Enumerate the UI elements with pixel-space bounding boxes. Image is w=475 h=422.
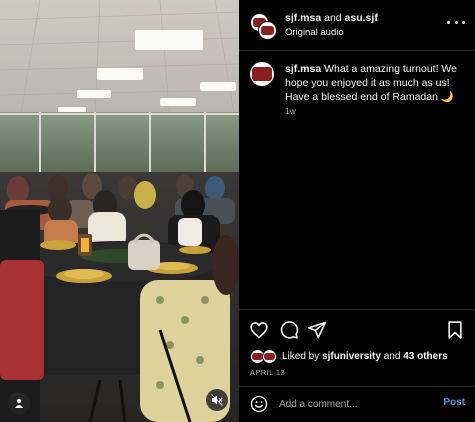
author-names: sjf.msa and asu.sjf xyxy=(285,12,378,24)
likes-prefix: Liked by xyxy=(282,351,323,362)
post-comment-button[interactable]: Post xyxy=(443,397,465,408)
event-photo xyxy=(0,0,239,422)
bookmark-icon xyxy=(448,321,462,339)
heart-icon xyxy=(250,322,268,339)
comment-input[interactable] xyxy=(279,396,429,412)
user-tag-icon xyxy=(15,398,23,408)
mute-toggle-button[interactable] xyxy=(206,389,228,411)
tagged-people-button[interactable] xyxy=(8,392,30,414)
more-dot xyxy=(454,20,458,24)
post-date[interactable]: APRIL 13 xyxy=(250,368,285,377)
smiley-icon xyxy=(250,395,268,413)
caption-block: sjf.msa What a amazing turnout! We hope … xyxy=(239,51,475,308)
post-header: sjf.msa and asu.sjf Original audio xyxy=(239,0,475,50)
post-side-panel: sjf.msa and asu.sjf Original audio sjf.m… xyxy=(239,0,475,422)
likes-text: Liked by sjfuniversity and 43 others xyxy=(282,351,448,362)
avatar xyxy=(258,21,277,40)
liker-avatars xyxy=(250,349,278,365)
speaker-muted-icon xyxy=(211,394,223,406)
emoji-button[interactable] xyxy=(250,395,268,413)
more-options-button[interactable] xyxy=(447,17,465,27)
likes-middle: and xyxy=(380,351,404,362)
collab-avatars[interactable] xyxy=(250,13,277,40)
comment-bar: Post xyxy=(239,387,475,422)
comment-bubble-icon xyxy=(280,321,299,339)
caption-username[interactable]: sjf.msa xyxy=(285,63,321,75)
more-horizontal-icon xyxy=(447,20,450,24)
comment-button[interactable] xyxy=(279,320,299,340)
more-dot xyxy=(462,20,465,24)
caption-timestamp[interactable]: 1w xyxy=(285,106,296,116)
share-button[interactable] xyxy=(307,320,327,340)
author-link-2[interactable]: asu.sjf xyxy=(345,12,378,24)
author-link-1[interactable]: sjf.msa xyxy=(285,12,321,24)
like-button[interactable] xyxy=(249,320,269,340)
liker-username-link[interactable]: sjfuniversity xyxy=(322,351,381,362)
likes-summary: Liked by sjfuniversity and 43 others xyxy=(250,348,470,366)
caption-text: sjf.msa What a amazing turnout! We hope … xyxy=(285,62,467,104)
save-button[interactable] xyxy=(445,320,465,340)
author-joiner: and xyxy=(321,12,345,24)
audio-link[interactable]: Original audio xyxy=(285,27,344,38)
others-likes-link[interactable]: 43 others xyxy=(403,351,447,362)
post-media-video[interactable] xyxy=(0,0,239,422)
divider xyxy=(239,309,475,310)
action-bar xyxy=(239,316,475,344)
avatar xyxy=(262,349,277,364)
paper-plane-icon xyxy=(307,321,327,339)
caption-avatar[interactable] xyxy=(250,62,274,86)
